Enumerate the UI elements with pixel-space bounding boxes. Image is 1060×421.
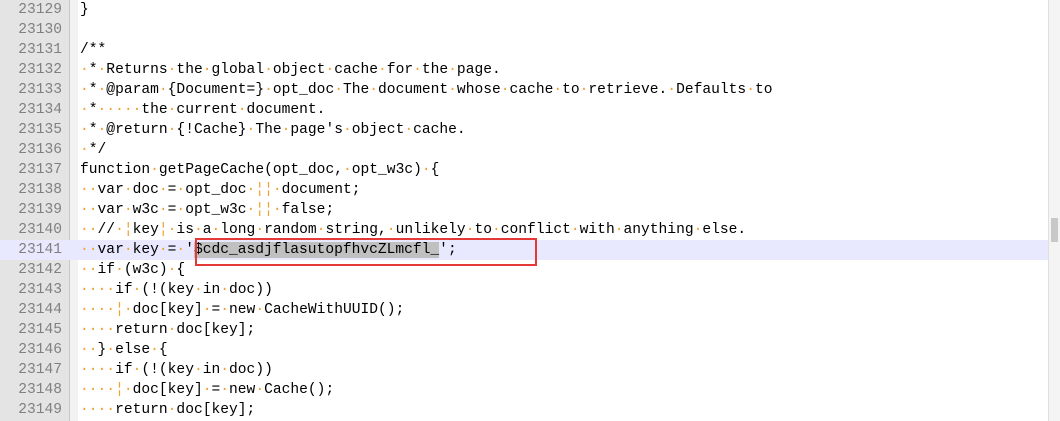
code-text: } bbox=[80, 2, 89, 18]
code-line[interactable]: 23146 ··}·else·{ bbox=[0, 340, 1060, 360]
code-line[interactable]: 23138 ··var·doc·=·opt_doc·¦¦·document; bbox=[0, 180, 1060, 200]
line-number: 23135 bbox=[18, 122, 62, 138]
code-text: ··var·key·=·'$cdc_asdjflasutopfhvcZLmcfl… bbox=[80, 242, 457, 258]
line-number: 23142 bbox=[18, 262, 62, 278]
selected-text[interactable]: $cdc_asdjflasutopfhvcZLmcfl_ bbox=[193, 242, 440, 258]
code-line[interactable]: 23141 ··var·key·=·'$cdc_asdjflasutopfhvcZ… bbox=[0, 240, 1060, 260]
code-text: ··var·w3c·=·opt_w3c·¦¦·false; bbox=[80, 202, 335, 218]
code-text: ····return·doc[key]; bbox=[80, 402, 256, 418]
vertical-scrollbar[interactable] bbox=[1048, 0, 1060, 421]
code-line[interactable]: 23147 ····if·(!(key·in·doc)) bbox=[0, 360, 1060, 380]
line-number: 23133 bbox=[18, 82, 62, 98]
line-number: 23144 bbox=[18, 302, 62, 318]
code-text: function·getPageCache(opt_doc,·opt_w3c)·… bbox=[80, 162, 440, 178]
code-text: ··//·¦key¦·is·a·long·random·string,·unli… bbox=[80, 222, 747, 238]
code-line[interactable]: 23129} bbox=[0, 0, 1060, 20]
code-text: ····return·doc[key]; bbox=[80, 322, 256, 338]
line-number: 23147 bbox=[18, 362, 62, 378]
code-line[interactable]: 23144 ····¦·doc[key]·=·new·CacheWithUUID(… bbox=[0, 300, 1060, 320]
code-line[interactable]: 23139 ··var·w3c·=·opt_w3c·¦¦·false; bbox=[0, 200, 1060, 220]
line-number: 23130 bbox=[18, 22, 62, 38]
code-lines: 23129} 23130 23131 /** 23132 ·*·Returns·the·g… bbox=[0, 0, 1060, 420]
line-number: 23146 bbox=[18, 342, 62, 358]
line-number: 23134 bbox=[18, 102, 62, 118]
line-number: 23129 bbox=[18, 2, 62, 18]
line-number: 23138 bbox=[18, 182, 62, 198]
line-number: 23132 bbox=[18, 62, 62, 78]
code-text: ··var·doc·=·opt_doc·¦¦·document; bbox=[80, 182, 361, 198]
line-number: 23141 bbox=[18, 242, 62, 258]
line-number: 23145 bbox=[18, 322, 62, 338]
line-number: 23137 bbox=[18, 162, 62, 178]
code-line[interactable]: 23148 ····¦·doc[key]·=·new·Cache(); bbox=[0, 380, 1060, 400]
code-text: ·*/ bbox=[80, 142, 107, 158]
line-number: 23149 bbox=[18, 402, 62, 418]
code-line[interactable]: 23142 ··if·(w3c)·{ bbox=[0, 260, 1060, 280]
code-text: ····¦·doc[key]·=·new·CacheWithUUID(); bbox=[80, 302, 405, 318]
line-number: 23143 bbox=[18, 282, 62, 298]
code-text: ·*·····the·current·document. bbox=[80, 102, 326, 118]
code-line[interactable]: 23149 ····return·doc[key]; bbox=[0, 400, 1060, 420]
line-number: 23148 bbox=[18, 382, 62, 398]
code-line[interactable]: 23137 function·getPageCache(opt_doc,·opt_… bbox=[0, 160, 1060, 180]
code-line[interactable]: 23133 ·*·@param·{Document=}·opt_doc·The·d… bbox=[0, 80, 1060, 100]
line-number: 23131 bbox=[18, 42, 62, 58]
code-line[interactable]: 23130 bbox=[0, 20, 1060, 40]
line-number: 23136 bbox=[18, 142, 62, 158]
code-text: ····if·(!(key·in·doc)) bbox=[80, 362, 273, 378]
code-text: ····if·(!(key·in·doc)) bbox=[80, 282, 273, 298]
code-line[interactable]: 23135 ·*·@return·{!Cache}·The·page's·obje… bbox=[0, 120, 1060, 140]
code-line[interactable]: 23131 /** bbox=[0, 40, 1060, 60]
code-line[interactable]: 23136 ·*/ bbox=[0, 140, 1060, 160]
code-text: ·*·Returns·the·global·object·cache·for·t… bbox=[80, 62, 501, 78]
code-line[interactable]: 23140 ··//·¦key¦·is·a·long·random·string,… bbox=[0, 220, 1060, 240]
code-text: /** bbox=[80, 42, 107, 58]
code-text: ·*·@param·{Document=}·opt_doc·The·docume… bbox=[80, 82, 773, 98]
code-line[interactable]: 23134 ·*·····the·current·document. bbox=[0, 100, 1060, 120]
code-text: ··}·else·{ bbox=[80, 342, 168, 358]
code-line[interactable]: 23143 ····if·(!(key·in·doc)) bbox=[0, 280, 1060, 300]
code-text: ····¦·doc[key]·=·new·Cache(); bbox=[80, 382, 335, 398]
line-number: 23140 bbox=[18, 222, 62, 238]
line-number: 23139 bbox=[18, 202, 62, 218]
code-line[interactable]: 23145 ····return·doc[key]; bbox=[0, 320, 1060, 340]
code-text: ··if·(w3c)·{ bbox=[80, 262, 186, 278]
code-line[interactable]: 23132 ·*·Returns·the·global·object·cache·… bbox=[0, 60, 1060, 80]
scrollbar-thumb[interactable] bbox=[1051, 218, 1058, 242]
code-text: ·*·@return·{!Cache}·The·page's·object·ca… bbox=[80, 122, 466, 138]
code-editor[interactable]: 23129} 23130 23131 /** 23132 ·*·Returns·the·g… bbox=[0, 0, 1060, 421]
